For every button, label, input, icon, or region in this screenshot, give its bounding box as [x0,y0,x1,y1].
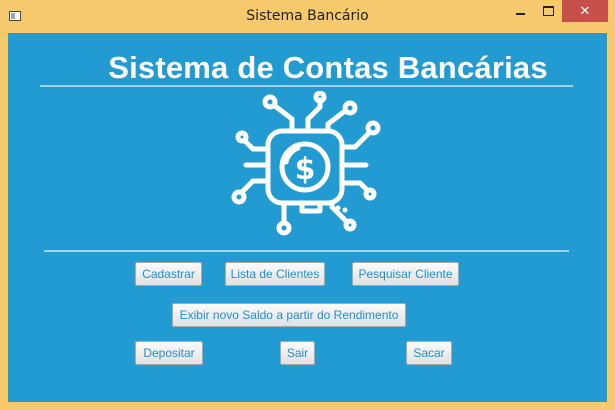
page-title: Sistema de Contas Bancárias [108,50,548,85]
top-divider [40,85,573,87]
circuit-dollar-icon: $ [231,91,381,236]
maximize-button[interactable] [534,0,562,22]
title-bar[interactable]: Sistema Bancário ✕ [0,0,615,33]
minimize-icon [515,13,525,15]
cadastrar-button[interactable]: Cadastrar [135,262,202,286]
maximize-icon [542,6,554,16]
application-window: Sistema Bancário ✕ Sistema de Contas Ban… [0,0,615,410]
exibir-saldo-button[interactable]: Exibir novo Saldo a partir do Rendimento [172,303,406,327]
close-button[interactable]: ✕ [562,0,608,22]
depositar-button[interactable]: Depositar [135,341,203,365]
main-panel: Sistema de Contas Bancárias $ Cadastrar … [8,33,607,402]
minimize-button[interactable] [506,0,534,22]
sair-button[interactable]: Sair [280,341,315,365]
sacar-button[interactable]: Sacar [406,341,452,365]
lista-clientes-button[interactable]: Lista de Clientes [225,262,325,286]
svg-text:$: $ [295,152,316,187]
bottom-divider [44,250,569,252]
close-icon: ✕ [579,3,591,19]
pesquisar-cliente-button[interactable]: Pesquisar Cliente [352,262,459,286]
